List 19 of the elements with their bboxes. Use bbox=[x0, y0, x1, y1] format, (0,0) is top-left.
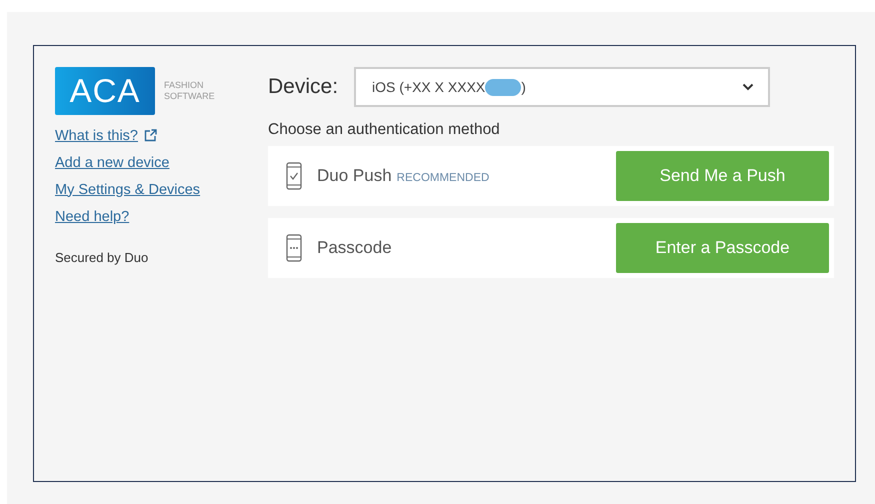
method-name: Passcode bbox=[317, 238, 392, 258]
caret-icon bbox=[742, 83, 754, 91]
device-label: Device: bbox=[268, 75, 338, 99]
method-name: Duo Push bbox=[317, 166, 392, 186]
method-button[interactable]: Enter a Passcode bbox=[616, 223, 829, 273]
sidebar-link[interactable]: My Settings & Devices bbox=[55, 182, 200, 198]
logo-tagline: FASHION bbox=[164, 80, 205, 91]
method-button[interactable]: Send Me a Push bbox=[616, 151, 829, 201]
secured-by-text: Secured by Duo bbox=[55, 250, 150, 265]
logo-tagline: SOFTWARE bbox=[164, 91, 215, 102]
device-dropdown[interactable]: iOS (+XX X XXXX ) bbox=[354, 67, 770, 107]
phone-dots-icon bbox=[286, 234, 302, 262]
logo-badge: ACA bbox=[55, 67, 155, 115]
phone-check-icon bbox=[286, 162, 302, 190]
sidebar-link[interactable]: Add a new device bbox=[55, 154, 170, 170]
sidebar-link[interactable]: What is this? bbox=[55, 128, 138, 144]
sidebar-link[interactable]: Need help? bbox=[55, 208, 130, 224]
prompt-text: Choose an authentication method bbox=[268, 121, 501, 139]
recommended-label: RECOMMENDED bbox=[396, 172, 490, 184]
